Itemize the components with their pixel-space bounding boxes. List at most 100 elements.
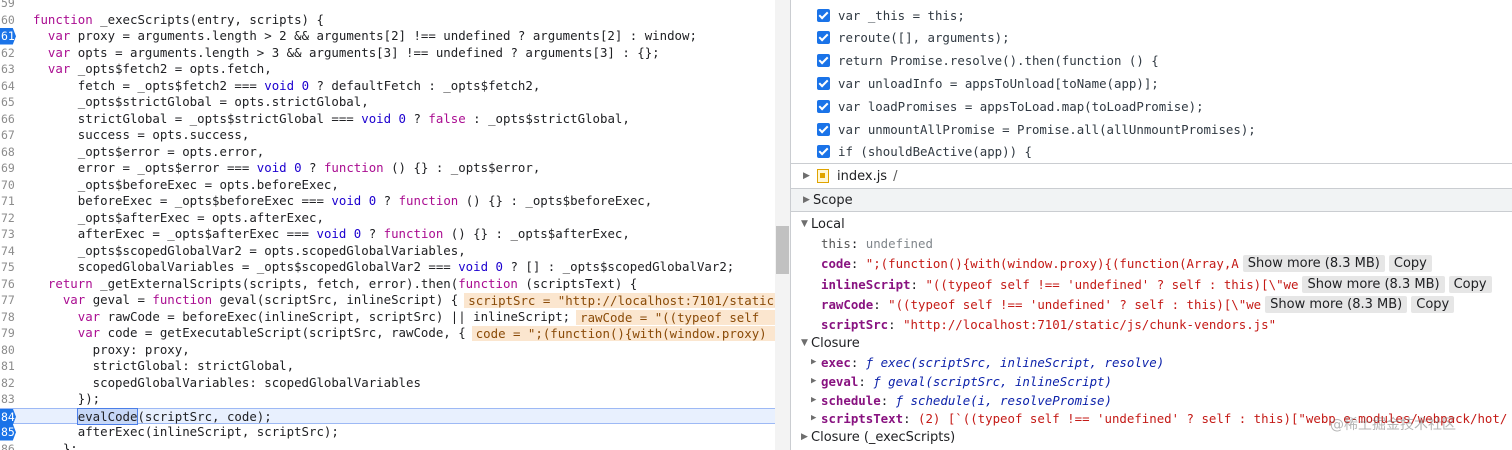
scope-variable[interactable]: rawCode: "((typeof self !== 'undefined' … (821, 294, 1455, 314)
line-number[interactable]: 65 (0, 94, 27, 111)
code-line[interactable]: 66 strictGlobal = _opts$strictGlobal ===… (0, 111, 790, 128)
code-line[interactable]: 72 _opts$afterExec = opts.afterExec, (0, 210, 790, 227)
line-number[interactable]: 69 (0, 160, 27, 177)
chevron-right-icon[interactable]: ▶ (811, 395, 821, 405)
breakpoint-marker[interactable]: 84 (0, 408, 16, 425)
line-number[interactable]: 73 (0, 226, 27, 243)
scope-pane-header[interactable] (791, 188, 1512, 211)
line-number[interactable]: 75 (0, 259, 27, 276)
scope-variable[interactable]: ▶ geval: ƒ geval(scriptSrc, inlineScript) (811, 371, 1112, 391)
line-number[interactable]: 59 (0, 0, 27, 12)
code-line[interactable]: 81 strictGlobal: strictGlobal, (0, 358, 790, 375)
code-line[interactable]: 64 fetch = _opts$fetch2 === void 0 ? def… (0, 78, 790, 95)
breakpoint-checkbox[interactable] (817, 31, 830, 45)
line-number[interactable]: 76 (0, 276, 27, 293)
line-number[interactable]: 79 (0, 325, 27, 342)
breakpoint-checkbox[interactable] (817, 145, 830, 159)
code-line[interactable]: 70 _opts$beforeExec = opts.beforeExec, (0, 177, 790, 194)
scope-closure-toggle[interactable]: ▼ Closure (801, 333, 860, 353)
line-number[interactable]: 68 (0, 144, 27, 161)
copy-button[interactable]: Copy (1448, 275, 1492, 293)
code-line[interactable]: 85 afterExec(inlineScript, scriptSrc); (0, 424, 790, 441)
paused-code-line[interactable]: 84 evalCode(scriptSrc, code); (0, 407, 790, 425)
breakpoint-item[interactable]: var unloadInfo = appsToUnload[toName(app… (817, 72, 1159, 94)
line-number[interactable]: 60 (0, 12, 27, 29)
breakpoint-checkbox[interactable] (817, 54, 830, 68)
scope-variable[interactable]: scriptSrc: "http://localhost:7101/static… (821, 314, 1276, 334)
breakpoint-item[interactable]: if (shouldBeActive(app)) { (817, 141, 1032, 163)
line-number[interactable]: 66 (0, 111, 27, 128)
editor-scrollbar[interactable] (775, 0, 790, 450)
scope-variable[interactable]: code: ";(function(){with(window.proxy){(… (821, 253, 1432, 273)
code-line[interactable]: 59 (0, 0, 790, 12)
code-line[interactable]: 67 success = opts.success, (0, 127, 790, 144)
breakpoint-item[interactable]: var unmountAllPromise = Promise.all(allU… (817, 118, 1256, 140)
code-line[interactable]: 74 _opts$scopedGlobalVar2 = opts.scopedG… (0, 243, 790, 260)
scope-variable[interactable]: ▶ schedule: ƒ schedule(i, resolvePromise) (811, 390, 1112, 410)
scope-variable[interactable]: inlineScript: "((typeof self !== 'undefi… (821, 274, 1492, 294)
code-line[interactable]: 71 beforeExec = _opts$beforeExec === voi… (0, 193, 790, 210)
line-number[interactable]: 67 (0, 127, 27, 144)
line-number[interactable]: 71 (0, 193, 27, 210)
breakpoint-checkbox[interactable] (817, 8, 830, 22)
breakpoint-code: var _this = this; (838, 7, 965, 23)
source-editor[interactable]: 59 60 function _execScripts(entry, scripts… (0, 0, 790, 450)
code-line[interactable]: 82 scopedGlobalVariables: scopedGlobalVa… (0, 375, 790, 392)
file-group-index-js[interactable]: ▶ index.js / (803, 166, 897, 186)
code-line[interactable]: 62 var opts = arguments.length > 3 && ar… (0, 45, 790, 62)
breakpoint-marker[interactable]: 61 (0, 28, 16, 45)
show-more-button[interactable]: Show more (8.3 MB) (1265, 295, 1408, 313)
scope-variable[interactable]: ▶ exec: ƒ exec(scriptSrc, inlineScript, r… (811, 352, 1164, 372)
line-number[interactable]: 86 (0, 441, 27, 450)
code-line[interactable]: 76 return _getExternalScripts(scripts, f… (0, 276, 790, 293)
code-line[interactable]: 80 proxy: proxy, (0, 342, 790, 359)
line-number[interactable]: 81 (0, 358, 27, 375)
code-line[interactable]: 83 }); (0, 391, 790, 408)
code-line[interactable]: 68 _opts$error = opts.error, (0, 144, 790, 161)
code-line[interactable]: 63 var _opts$fetch2 = opts.fetch, (0, 61, 790, 78)
line-number[interactable]: 77 (0, 292, 27, 309)
code-line[interactable]: 75 scopedGlobalVariables = _opts$scopedG… (0, 259, 790, 276)
line-number[interactable]: 64 (0, 78, 27, 95)
breakpoint-item[interactable]: return Promise.resolve().then(function (… (817, 50, 1159, 72)
breakpoint-checkbox[interactable] (817, 76, 830, 90)
editor-scrollbar-thumb[interactable] (776, 226, 789, 274)
line-number[interactable]: 70 (0, 177, 27, 194)
line-number[interactable]: 80 (0, 342, 27, 359)
chevron-right-icon[interactable]: ▶ (811, 376, 821, 386)
line-number[interactable]: 62 (0, 45, 27, 62)
scope-closure-execscripts-toggle[interactable]: ▶ Closure (_execScripts) (801, 427, 955, 447)
scope-toggle[interactable]: ▶ Scope (803, 190, 853, 210)
breakpoint-item[interactable]: var _this = this; (817, 4, 965, 26)
code-line[interactable]: 61 var proxy = arguments.length > 2 && a… (0, 28, 790, 45)
line-number[interactable]: 74 (0, 243, 27, 260)
show-more-button[interactable]: Show more (8.3 MB) (1242, 254, 1385, 272)
code-line[interactable]: 65 _opts$strictGlobal = opts.strictGloba… (0, 94, 790, 111)
copy-button[interactable]: Copy (1388, 254, 1432, 272)
chevron-right-icon[interactable]: ▶ (811, 357, 821, 367)
code-line[interactable]: 69 error = _opts$error === void 0 ? func… (0, 160, 790, 177)
scope-local-toggle[interactable]: ▼ Local (801, 214, 845, 234)
code-line[interactable]: 86 }; (0, 441, 790, 450)
breakpoint-checkbox[interactable] (817, 99, 830, 113)
breakpoint-item[interactable]: reroute([], arguments); (817, 27, 1010, 49)
code-line[interactable]: 73 afterExec = _opts$afterExec === void … (0, 226, 790, 243)
breakpoint-item[interactable]: var loadPromises = appsToLoad.map(toLoad… (817, 95, 1204, 117)
chevron-right-icon[interactable]: ▶ (811, 413, 821, 423)
code-text: fetch = _opts$fetch2 === void 0 ? defaul… (33, 77, 541, 93)
code-line[interactable]: 77 var geval = function geval(scriptSrc,… (0, 292, 790, 309)
breakpoint-marker[interactable]: 85 (0, 424, 16, 441)
line-number[interactable]: 63 (0, 61, 27, 78)
show-more-button[interactable]: Show more (8.3 MB) (1302, 275, 1445, 293)
separator: : (910, 276, 926, 292)
line-number[interactable]: 72 (0, 210, 27, 227)
breakpoint-checkbox[interactable] (817, 122, 830, 136)
line-number[interactable]: 83 (0, 391, 27, 408)
line-number[interactable]: 82 (0, 375, 27, 392)
code-line[interactable]: 60 function _execScripts(entry, scripts) … (0, 12, 790, 29)
code-line[interactable]: 79 var code = getExecutableScript(script… (0, 325, 790, 342)
copy-button[interactable]: Copy (1411, 295, 1455, 313)
code-line[interactable]: 78 var rawCode = beforeExec(inlineScript… (0, 309, 790, 326)
scope-variable[interactable]: this: undefined (821, 233, 933, 253)
line-number[interactable]: 78 (0, 309, 27, 326)
